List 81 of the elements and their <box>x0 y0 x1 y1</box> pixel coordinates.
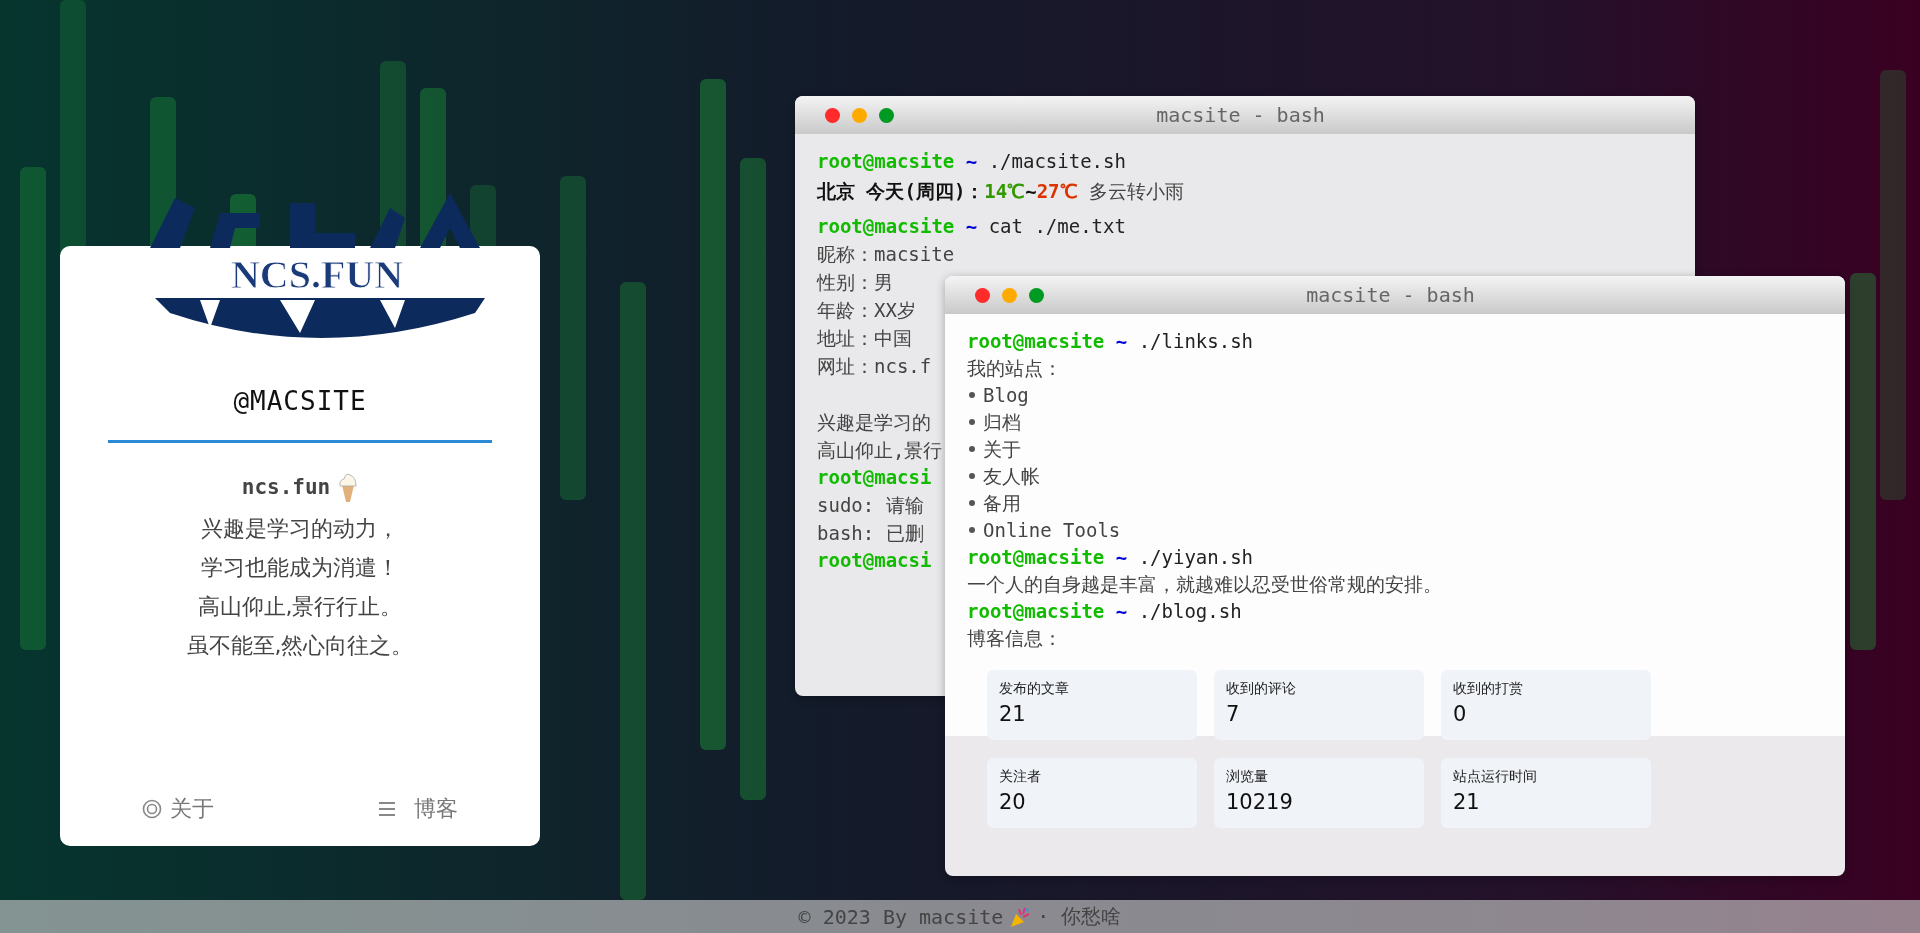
menu-icon <box>378 801 396 817</box>
high-temperature: 27℃ <box>1036 180 1078 202</box>
stat-label: 收到的打赏 <box>1453 680 1524 698</box>
window-control-icon[interactable] <box>1002 287 1017 303</box>
nav-link[interactable]: 关于 <box>142 794 214 824</box>
stat-value: 10219 <box>1226 790 1294 814</box>
weather-text: 多云转小雨 <box>1089 180 1184 202</box>
prompt-user: root@macsite <box>817 150 955 172</box>
profile-handle: @MACSITE <box>233 386 367 416</box>
bullet-icon <box>969 392 975 398</box>
output-text: 昵称：macsite <box>817 243 955 265</box>
output-text: 高山仰止,景行 <box>817 439 943 461</box>
nav-link[interactable]: 博客 <box>378 794 458 824</box>
stat-value: 0 <box>1453 702 1468 726</box>
prompt-user: root@macsite <box>817 215 955 237</box>
stat-label: 站点运行时间 <box>1453 768 1538 786</box>
bullet-icon <box>969 446 975 452</box>
link-item[interactable]: Blog <box>983 384 1029 406</box>
bullet-icon <box>969 500 975 506</box>
bullet-icon <box>969 527 975 533</box>
window-control-icon[interactable] <box>825 107 840 123</box>
window-control-icon[interactable] <box>975 287 990 303</box>
prompt-user: root@macsite <box>967 330 1105 352</box>
motto-line: 学习也能成为消遣！ <box>201 554 399 582</box>
prompt-path: ~ <box>965 215 978 237</box>
window-control-icon[interactable] <box>1029 287 1044 303</box>
output-text: 性别：男 <box>817 271 893 293</box>
window-title: macsite - bash <box>1305 283 1476 307</box>
command-text: ./links.sh <box>1138 330 1254 352</box>
window-control-icon[interactable] <box>852 107 867 123</box>
low-temperature: 14℃ <box>984 180 1026 202</box>
party-popper-icon <box>1009 905 1032 928</box>
command-text: ./macsite.sh <box>988 150 1126 172</box>
stat-value: 21 <box>1453 790 1481 814</box>
stat-value: 7 <box>1226 702 1241 726</box>
prompt-user: root@macsi <box>817 549 932 571</box>
command-text: ./yiyan.sh <box>1138 546 1254 568</box>
output-text: 博客信息： <box>967 627 1062 649</box>
ice-cream-icon <box>338 471 359 503</box>
link-item[interactable]: 备用 <box>983 492 1021 514</box>
output-text: 网址：ncs.f <box>817 355 932 377</box>
window-control-icon[interactable] <box>879 107 894 123</box>
copyright-text: © 2023 By macsite <box>798 904 1004 929</box>
motto-line: 兴趣是学习的动力， <box>201 515 399 543</box>
link-item[interactable]: 归档 <box>983 411 1021 433</box>
bullet-icon <box>969 419 975 425</box>
output-text: 地址：中国 <box>817 327 912 349</box>
output-text: bash: 已删 <box>817 522 924 544</box>
target-icon <box>142 799 162 819</box>
stat-label: 浏览量 <box>1226 768 1269 786</box>
command-text: ./blog.sh <box>1138 600 1242 622</box>
site-name: ncs.fun <box>241 475 331 499</box>
output-text: 我的站点： <box>967 357 1062 379</box>
link-item[interactable]: 关于 <box>983 438 1021 460</box>
prompt-path: ~ <box>1115 330 1128 352</box>
tilde-text: ~ <box>1025 180 1037 202</box>
logo-text: NCS.FUN <box>230 252 404 297</box>
prompt-path: ~ <box>1115 600 1128 622</box>
footer-text: · 你愁啥 <box>1037 903 1122 930</box>
prompt-user: root@macsite <box>967 546 1105 568</box>
weather-place: 北京 今天(周四)： <box>817 180 985 202</box>
bullet-icon <box>969 473 975 479</box>
output-text: sudo: 请输 <box>817 494 924 516</box>
prompt-user: root@macsi <box>817 466 932 488</box>
prompt-path: ~ <box>1115 546 1128 568</box>
stat-label: 发布的文章 <box>999 680 1070 698</box>
stat-value: 20 <box>999 790 1027 814</box>
output-text: 兴趣是学习的 <box>817 411 931 433</box>
stat-value: 21 <box>999 702 1027 726</box>
prompt-path: ~ <box>965 150 978 172</box>
link-item[interactable]: 友人帐 <box>983 465 1040 487</box>
motto-line: 虽不能至,然心向往之。 <box>186 632 414 660</box>
stat-label: 关注者 <box>999 768 1042 786</box>
window-title: macsite - bash <box>1155 103 1326 127</box>
link-item[interactable]: Online Tools <box>983 519 1121 541</box>
motto-line: 高山仰止,景行行止。 <box>197 593 403 621</box>
command-text: cat ./me.txt <box>988 215 1126 237</box>
output-text: 年龄：XX岁 <box>817 299 916 321</box>
stat-label: 收到的评论 <box>1226 680 1297 698</box>
output-text: 一个人的自身越是丰富，就越难以忍受世俗常规的安排。 <box>967 573 1442 595</box>
prompt-user: root@macsite <box>967 600 1105 622</box>
